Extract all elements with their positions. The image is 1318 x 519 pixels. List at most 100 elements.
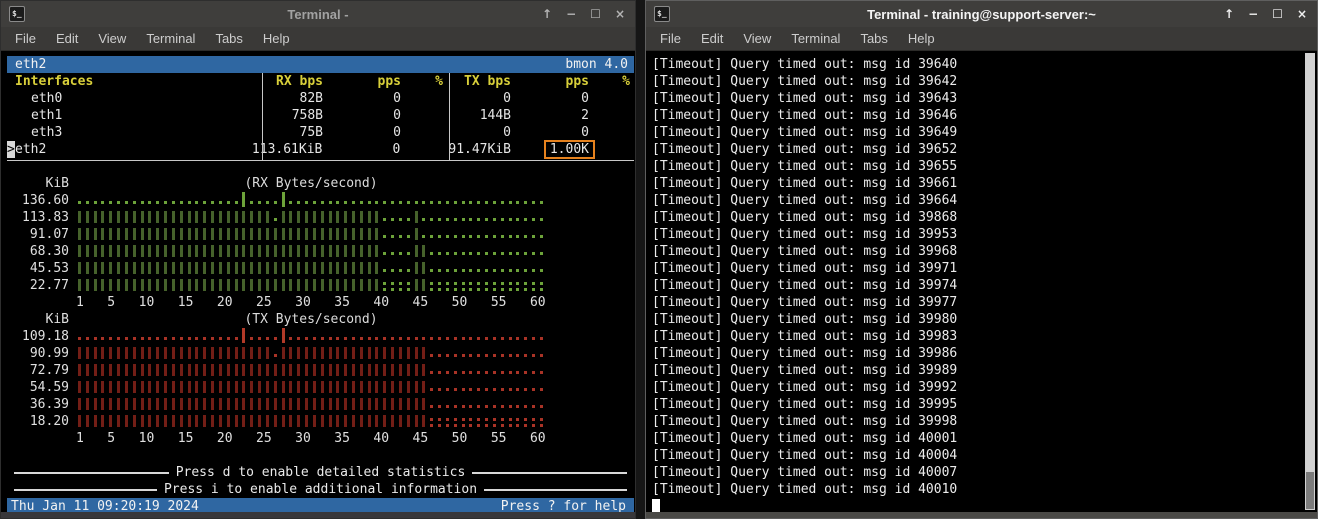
terminal-output[interactable]: [Timeout] Query timed out: msg id 39640[… [646, 51, 1317, 514]
interface-row-eth2[interactable]: >eth2113.61KiB091.47KiB1.00K [7, 141, 634, 158]
tx-pps-value: 1.00K [511, 141, 589, 158]
x-axis-labels: 1 5 10 15 20 25 30 35 40 45 50 55 60 [76, 430, 546, 447]
terminal-line: [Timeout] Query timed out: msg id 39640 [652, 56, 1317, 73]
minimize-icon[interactable]: − [1248, 7, 1258, 21]
terminal-line: [Timeout] Query timed out: msg id 39980 [652, 311, 1317, 328]
interface-row-eth0[interactable]: eth082B000 [7, 90, 634, 107]
column-separator [262, 73, 263, 160]
graph-title: (RX Bytes/second) [76, 175, 546, 192]
y-axis-label: 113.83 [7, 209, 69, 226]
left-titlebar[interactable]: $_ Terminal - ↑ − ☐ × [1, 1, 635, 27]
left-window-controls: ↑ − ☐ × [542, 1, 625, 27]
rx-pps-value: 0 [322, 141, 400, 158]
interface-row-eth3[interactable]: eth375B000 [7, 124, 634, 141]
x-axis-labels: 1 5 10 15 20 25 30 35 40 45 50 55 60 [76, 294, 546, 311]
right-titlebar[interactable]: $_ Terminal - training@support-server:~ … [646, 1, 1317, 27]
scrollbar-track[interactable] [1305, 53, 1315, 510]
rx-pps-value: 0 [323, 124, 401, 141]
minimize-icon[interactable]: − [566, 7, 576, 21]
rx-bps-value: 75B [259, 124, 323, 141]
interface-table: Interfaces RX bps pps % TX bps pps % eth… [7, 73, 634, 161]
col-tx-pps: pps [511, 73, 589, 90]
terminal-line: [Timeout] Query timed out: msg id 39646 [652, 107, 1317, 124]
row-selection-cursor: > [7, 141, 15, 158]
graph-row: 22.77 [7, 277, 635, 294]
graph-row: 54.59 [7, 379, 635, 396]
interface-table-header: Interfaces RX bps pps % TX bps pps % [7, 73, 634, 90]
menu-item-edit[interactable]: Edit [46, 27, 88, 51]
graph-title: (TX Bytes/second) [76, 311, 546, 328]
col-tx-bps: TX bps [449, 73, 511, 90]
left-window-title: Terminal - [1, 7, 635, 22]
terminal-line: [Timeout] Query timed out: msg id 39971 [652, 260, 1317, 277]
menu-item-help[interactable]: Help [253, 27, 300, 51]
terminal-line: [Timeout] Query timed out: msg id 40010 [652, 481, 1317, 498]
right-window-title: Terminal - training@support-server:~ [646, 7, 1317, 22]
terminal-line: [Timeout] Query timed out: msg id 40001 [652, 430, 1317, 447]
menu-item-tabs[interactable]: Tabs [205, 27, 252, 51]
tx-bytes-graph: KiB(TX Bytes/second)109.1890.9972.7954.5… [7, 311, 635, 447]
bmon-terminal-window: $_ Terminal - ↑ − ☐ × FileEditViewTermin… [0, 0, 636, 519]
menu-item-edit[interactable]: Edit [691, 27, 733, 51]
menu-item-terminal[interactable]: Terminal [136, 27, 205, 51]
col-rx-bps: RX bps [259, 73, 323, 90]
tx-bps-value: 91.47KiB [448, 141, 511, 158]
rx-bps-value: 82B [259, 90, 323, 107]
terminal-line: [Timeout] Query timed out: msg id 39989 [652, 362, 1317, 379]
menu-item-file[interactable]: File [650, 27, 691, 51]
graph-row: 45.53 [7, 260, 635, 277]
col-interfaces: Interfaces [15, 73, 259, 90]
menu-item-terminal[interactable]: Terminal [781, 27, 850, 51]
interface-name: eth1 [15, 107, 259, 124]
y-axis-label: 22.77 [7, 277, 69, 294]
y-axis-label: 68.30 [7, 243, 69, 260]
tx-bps-value: 0 [449, 124, 511, 141]
graph-unit: KiB [7, 311, 69, 328]
menu-item-view[interactable]: View [733, 27, 781, 51]
menu-item-view[interactable]: View [88, 27, 136, 51]
graph-row: 113.83 [7, 209, 635, 226]
col-tx-pct: % [589, 73, 634, 90]
menu-item-file[interactable]: File [5, 27, 46, 51]
interface-name: eth3 [15, 124, 259, 141]
terminal-line: [Timeout] Query timed out: msg id 39642 [652, 73, 1317, 90]
scrollbar-thumb[interactable] [1306, 472, 1314, 509]
shade-icon[interactable]: ↑ [1224, 7, 1234, 21]
menu-item-help[interactable]: Help [898, 27, 945, 51]
terminal-line: [Timeout] Query timed out: msg id 39661 [652, 175, 1317, 192]
y-axis-label: 45.53 [7, 260, 69, 277]
terminal-app-icon: $_ [654, 6, 670, 22]
right-menubar: FileEditViewTerminalTabsHelp [646, 27, 1317, 51]
hint-additional-information: Press i to enable additional information [7, 481, 634, 498]
y-axis-label: 72.79 [7, 362, 69, 379]
column-separator [449, 73, 450, 160]
y-axis-label: 109.18 [7, 328, 69, 345]
close-icon[interactable]: × [615, 7, 625, 21]
terminal-line: [Timeout] Query timed out: msg id 39664 [652, 192, 1317, 209]
maximize-icon[interactable]: ☐ [590, 7, 601, 21]
row-selection-cursor [7, 90, 15, 107]
col-rx-pct: % [401, 73, 443, 90]
bmon-version: bmon 4.0 [565, 56, 628, 73]
shade-icon[interactable]: ↑ [542, 7, 552, 21]
maximize-icon[interactable]: ☐ [1272, 7, 1283, 21]
bmon-selected-interface: eth2 [15, 56, 46, 73]
bmon-screen[interactable]: eth2 bmon 4.0 Interfaces RX bps pps % TX… [1, 51, 635, 514]
interface-row-eth1[interactable]: eth1758B0144B2 [7, 107, 634, 124]
close-icon[interactable]: × [1297, 7, 1307, 21]
y-axis-label: 54.59 [7, 379, 69, 396]
y-axis-label: 91.07 [7, 226, 69, 243]
tx-pps-value: 0 [511, 124, 589, 141]
terminal-line: [Timeout] Query timed out: msg id 39986 [652, 345, 1317, 362]
terminal-line: [Timeout] Query timed out: msg id 39983 [652, 328, 1317, 345]
menu-item-tabs[interactable]: Tabs [850, 27, 897, 51]
graph-x-axis: 1 5 10 15 20 25 30 35 40 45 50 55 60 [7, 430, 635, 447]
graph-row: 109.18 [7, 328, 635, 345]
interface-name: eth0 [15, 90, 259, 107]
terminal-line: [Timeout] Query timed out: msg id 39992 [652, 379, 1317, 396]
terminal-line: [Timeout] Query timed out: msg id 39968 [652, 243, 1317, 260]
graph-title-row: KiB (TX Bytes/second) [7, 311, 635, 328]
graph-row: 72.79 [7, 362, 635, 379]
highlight-annotation-box: 1.00K [544, 140, 595, 159]
bmon-titlebar: eth2 bmon 4.0 [7, 56, 634, 73]
